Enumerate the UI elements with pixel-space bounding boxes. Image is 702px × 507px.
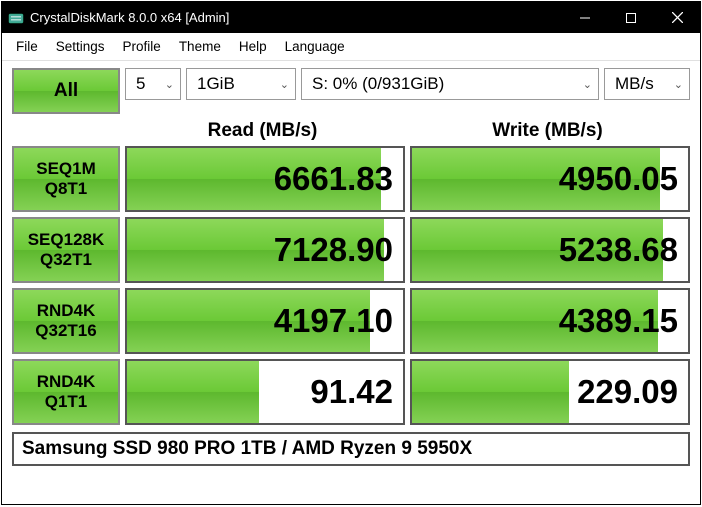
test-button[interactable]: SEQ1MQ8T1 xyxy=(12,146,120,212)
write-value: 5238.68 xyxy=(559,231,678,269)
write-cell: 4389.15 xyxy=(410,288,690,354)
read-bar xyxy=(127,361,259,423)
test-label-line2: Q32T16 xyxy=(35,321,96,341)
read-cell: 4197.10 xyxy=(125,288,405,354)
write-cell: 229.09 xyxy=(410,359,690,425)
write-value: 229.09 xyxy=(577,373,678,411)
read-value: 7128.90 xyxy=(274,231,393,269)
write-cell: 5238.68 xyxy=(410,217,690,283)
read-cell: 7128.90 xyxy=(125,217,405,283)
data-row: RND4KQ1T1 91.42 229.09 xyxy=(12,359,690,425)
drive-value: S: 0% (0/931GiB) xyxy=(312,74,444,94)
rows-container: SEQ1MQ8T1 6661.83 4950.05 SEQ128KQ32T1 7128.… xyxy=(12,146,690,430)
read-header: Read (MB/s) xyxy=(120,120,405,142)
drive-select[interactable]: S: 0% (0/931GiB) ⌄ xyxy=(301,68,599,100)
menu-profile[interactable]: Profile xyxy=(115,36,169,57)
controls-row: All 5 ⌄ 1GiB ⌄ S: 0% (0/931GiB) ⌄ MB/s ⌄ xyxy=(12,68,690,114)
data-row: RND4KQ32T16 4197.10 4389.15 xyxy=(12,288,690,354)
test-label-line1: RND4K xyxy=(37,301,96,321)
close-button[interactable] xyxy=(654,2,700,33)
app-window: CrystalDiskMark 8.0.0 x64 [Admin] File S… xyxy=(1,1,701,505)
chevron-down-icon: ⌄ xyxy=(280,78,289,91)
drive-info: Samsung SSD 980 PRO 1TB / AMD Ryzen 9 59… xyxy=(12,432,690,466)
menu-language[interactable]: Language xyxy=(277,36,353,57)
menu-theme[interactable]: Theme xyxy=(171,36,229,57)
write-header: Write (MB/s) xyxy=(405,120,690,142)
read-value: 91.42 xyxy=(310,373,393,411)
menu-help[interactable]: Help xyxy=(231,36,275,57)
maximize-button[interactable] xyxy=(608,2,654,33)
chevron-down-icon: ⌄ xyxy=(674,78,683,91)
titlebar: CrystalDiskMark 8.0.0 x64 [Admin] xyxy=(2,2,700,33)
minimize-button[interactable] xyxy=(562,2,608,33)
all-button[interactable]: All xyxy=(12,68,120,114)
size-select[interactable]: 1GiB ⌄ xyxy=(186,68,296,100)
menu-file[interactable]: File xyxy=(8,36,46,57)
unit-select[interactable]: MB/s ⌄ xyxy=(604,68,690,100)
write-bar xyxy=(412,361,569,423)
write-value: 4950.05 xyxy=(559,160,678,198)
read-value: 4197.10 xyxy=(274,302,393,340)
chevron-down-icon: ⌄ xyxy=(165,78,174,91)
selects-group: 5 ⌄ 1GiB ⌄ S: 0% (0/931GiB) ⌄ MB/s ⌄ xyxy=(125,68,690,114)
write-cell: 4950.05 xyxy=(410,146,690,212)
window-title: CrystalDiskMark 8.0.0 x64 [Admin] xyxy=(30,10,562,25)
data-row: SEQ128KQ32T1 7128.90 5238.68 xyxy=(12,217,690,283)
read-cell: 6661.83 xyxy=(125,146,405,212)
test-button[interactable]: SEQ128KQ32T1 xyxy=(12,217,120,283)
all-button-label: All xyxy=(54,80,78,102)
chevron-down-icon: ⌄ xyxy=(583,78,592,91)
unit-value: MB/s xyxy=(615,74,654,94)
header-row: Read (MB/s) Write (MB/s) xyxy=(12,116,690,146)
test-label-line1: SEQ128K xyxy=(28,230,105,250)
menubar: File Settings Profile Theme Help Languag… xyxy=(2,33,700,61)
test-label-line2: Q32T1 xyxy=(40,250,92,270)
content-area: All 5 ⌄ 1GiB ⌄ S: 0% (0/931GiB) ⌄ MB/s ⌄ xyxy=(2,61,700,504)
test-button[interactable]: RND4KQ1T1 xyxy=(12,359,120,425)
read-value: 6661.83 xyxy=(274,160,393,198)
runs-select[interactable]: 5 ⌄ xyxy=(125,68,181,100)
data-row: SEQ1MQ8T1 6661.83 4950.05 xyxy=(12,146,690,212)
menu-settings[interactable]: Settings xyxy=(48,36,113,57)
read-cell: 91.42 xyxy=(125,359,405,425)
write-value: 4389.15 xyxy=(559,302,678,340)
size-value: 1GiB xyxy=(197,74,235,94)
test-label-line1: SEQ1M xyxy=(36,159,96,179)
test-label-line1: RND4K xyxy=(37,372,96,392)
test-label-line2: Q1T1 xyxy=(45,392,88,412)
test-label-line2: Q8T1 xyxy=(45,179,88,199)
test-button[interactable]: RND4KQ32T16 xyxy=(12,288,120,354)
app-icon xyxy=(8,10,24,26)
runs-value: 5 xyxy=(136,74,145,94)
